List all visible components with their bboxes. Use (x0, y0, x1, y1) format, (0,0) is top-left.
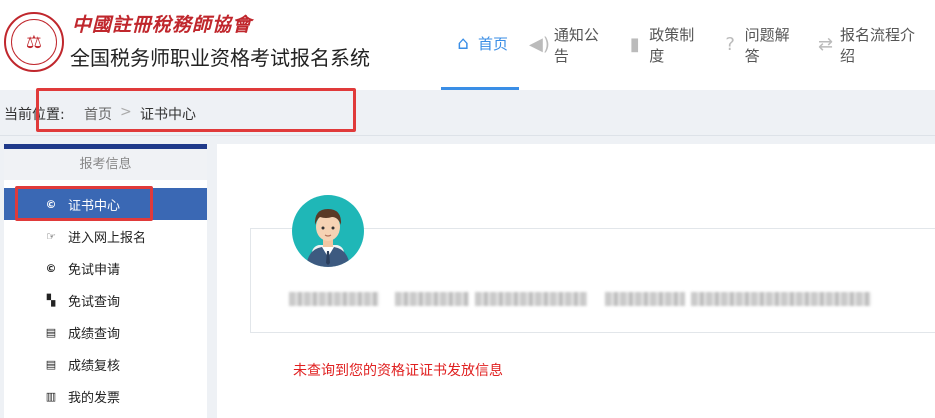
nav-label: 报名流程介绍 (839, 26, 915, 65)
sidebar-item-score-query[interactable]: ▤ 成绩查询 (4, 316, 207, 348)
redacted-info (475, 292, 587, 306)
highlight-box-sidebar (15, 186, 153, 221)
nav-home[interactable]: ⌂ 首页 (441, 0, 520, 90)
user-avatar (292, 195, 364, 267)
nav-notices[interactable]: ◀) 通知公告 (525, 0, 614, 90)
association-seal-logo: ⚖ (4, 12, 64, 72)
redacted-info (691, 292, 871, 306)
nav-label: 通知公告 (553, 26, 599, 65)
barcode-icon: ▥ (45, 389, 57, 403)
sidebar-item-score-review[interactable]: ▤ 成绩复核 (4, 348, 207, 380)
redacted-info (605, 292, 685, 306)
refresh-icon: ⇄ (818, 34, 834, 55)
redacted-info (289, 292, 379, 306)
sidebar-item-label: 免试查询 (68, 294, 121, 310)
list-icon: ▤ (45, 325, 57, 339)
list-icon: ▤ (45, 357, 57, 371)
highlight-box-breadcrumb (36, 88, 356, 132)
sidebar-item-label: 进入网上报名 (68, 230, 147, 246)
user-avatar-illustration (306, 209, 350, 267)
scales-icon: ⚖ (11, 19, 57, 65)
files-icon: ▚ (46, 293, 56, 307)
sidebar-header: 报考信息 (4, 149, 207, 180)
top-nav: ⌂ 首页 ◀) 通知公告 ▮ 政策制度 ? 问题解答 ⇄ 报名流程介绍 (441, 0, 935, 90)
home-icon: ⌂ (457, 32, 469, 54)
system-name: 全国税务师职业资格考试报名系统 (70, 46, 370, 70)
nav-policies[interactable]: ▮ 政策制度 (620, 0, 709, 90)
nav-label: 问题解答 (744, 26, 790, 65)
sidebar-item-online-registration[interactable]: ☞ 进入网上报名 (4, 220, 207, 252)
nav-label: 首页 (478, 35, 509, 53)
question-icon: ? (725, 34, 735, 55)
sidebar-item-label: 我的发票 (68, 390, 121, 406)
logo-calligraphy: 中國註冊稅務師協會 (72, 14, 253, 36)
redacted-info (395, 292, 469, 306)
sidebar-item-label: 成绩复核 (68, 358, 121, 374)
speaker-icon: ◀) (529, 34, 550, 55)
sidebar-item-exemption-query[interactable]: ▚ 免试查询 (4, 284, 207, 316)
header: ⚖ 中國註冊稅務師協會 全国税务师职业资格考试报名系统 ⌂ 首页 ◀) 通知公告 ▮… (0, 0, 935, 90)
copyright-icon: © (45, 261, 57, 275)
book-icon: ▮ (629, 34, 640, 55)
nav-label: 政策制度 (649, 26, 695, 65)
hand-point-icon: ☞ (46, 229, 56, 243)
sidebar-item-label: 免试申请 (68, 262, 121, 278)
main-content: 未查询到您的资格证证书发放信息 (217, 144, 935, 418)
nav-faq[interactable]: ? 问题解答 (716, 0, 805, 90)
sidebar-item-label: 成绩查询 (68, 326, 121, 342)
no-certificate-message: 未查询到您的资格证证书发放信息 (293, 363, 503, 379)
nav-process[interactable]: ⇄ 报名流程介绍 (811, 0, 929, 90)
sidebar-item-my-invoice[interactable]: ▥ 我的发票 (4, 380, 207, 412)
sidebar-item-exemption-apply[interactable]: © 免试申请 (4, 252, 207, 284)
